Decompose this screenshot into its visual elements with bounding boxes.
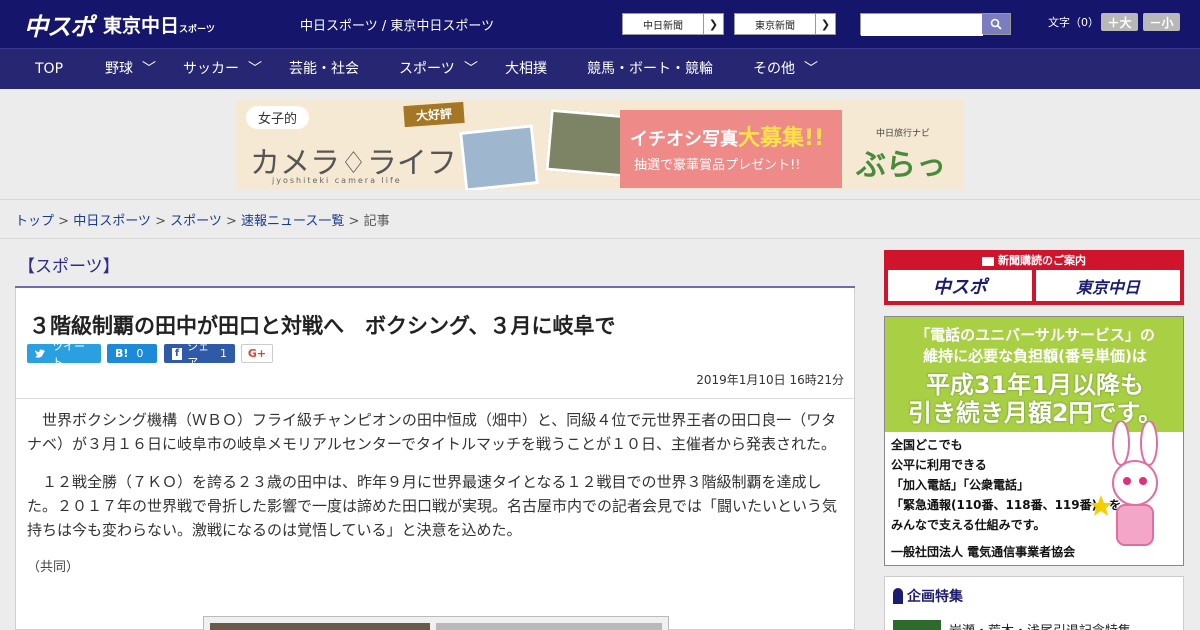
camera-life-banner[interactable]: 女子的 カメラ♢ライフ jyoshiteki camera life 大好評 イ… — [236, 100, 964, 190]
banner-area: 女子的 カメラ♢ライフ jyoshiteki camera life 大好評 イ… — [0, 89, 1200, 200]
ad-headline-large: 平成31年1月以降も 引き続き月額2円です。 — [907, 371, 1163, 427]
article-paragraph: 世界ボクシング機構（ＷＢＯ）フライ級チャンピオンの田中恒成（畑中）と、同級４位で… — [27, 411, 837, 453]
ad-sponsor: 一般社団法人 電気通信事業者協会 — [891, 545, 1076, 559]
breadcrumb-sports[interactable]: スポーツ — [170, 214, 222, 229]
font-size-label: 文字（0） — [1048, 16, 1099, 29]
chevron-right-icon: ❯ — [815, 14, 835, 34]
article-paragraph: １２戦全勝（７ＫＯ）を誇る２３歳の田中は、昨年９月に世界最速タイとなる１２戦目で… — [27, 473, 838, 539]
ad-text: 全国どこでも 公平に利用できる 「加入電話」「公衆電話」 「緊急通報(110番、… — [891, 438, 1122, 532]
nav-item-soccer[interactable]: サッカー — [183, 49, 239, 89]
rabbit-mascot-icon — [1091, 421, 1158, 546]
banner-tag: 大好評 — [403, 101, 465, 128]
chevron-down-icon: ﹀ — [142, 61, 156, 77]
nav-item-sumo[interactable]: 大相撲 — [505, 49, 547, 89]
banner-romaji: jyoshiteki camera life — [272, 176, 402, 185]
facebook-icon: f — [172, 347, 183, 360]
banner-girl-label: 女子的 — [246, 106, 310, 129]
main-nav: TOP 野球 ﹀ サッカー ﹀ 芸能・社会 スポーツ ﹀ 大相撲 競馬・ボート・… — [0, 48, 1200, 89]
nav-item-other[interactable]: その他 — [753, 49, 795, 89]
article-photo[interactable] — [203, 616, 669, 630]
font-smaller-button[interactable]: －小 — [1143, 13, 1180, 31]
breadcrumb-current: 記事 — [363, 214, 390, 229]
chevron-down-icon: ﹀ — [804, 61, 818, 77]
ribbon-icon — [893, 588, 903, 604]
subscription-box: 新聞購読のご案内 中スポ 東京中日 — [884, 250, 1184, 305]
feature-item[interactable]: 岩瀬・荒木・浅尾引退記念特集 — [893, 620, 1131, 630]
logo-chuspo[interactable]: 中スポ — [24, 7, 94, 42]
banner-bura-logo: ぶらっ人 — [856, 148, 946, 183]
nav-item-entertainment[interactable]: 芸能・社会 — [289, 49, 359, 89]
google-plus-button[interactable]: G+ — [241, 344, 273, 363]
breadcrumb: トップ > 中日スポーツ > スポーツ > 速報ニュース一覧 > 記事 — [15, 214, 390, 229]
twitter-icon — [35, 348, 46, 358]
photo-image — [210, 623, 430, 630]
tokyo-shimbun-button[interactable]: 東京新聞 ❯ — [734, 13, 836, 35]
category-heading: 【スポーツ】 — [18, 257, 120, 277]
article-credit: （共同） — [27, 560, 80, 575]
search-input[interactable] — [861, 16, 983, 36]
banner-photo — [545, 108, 629, 178]
nav-item-sports[interactable]: スポーツ — [399, 49, 455, 89]
chunichi-shimbun-button[interactable]: 中日新聞 ❯ — [622, 13, 724, 35]
divider — [0, 238, 1200, 239]
breadcrumb-news-list[interactable]: 速報ニュース一覧 — [241, 214, 344, 229]
search-box — [860, 13, 1011, 36]
article-body: 世界ボクシング機構（ＷＢＯ）フライ級チャンピオンの田中恒成（畑中）と、同級４位で… — [27, 408, 845, 594]
article: ３階級制覇の田中が田口と対戦へ ボクシング、３月に岐阜で ツイート B! 0 f… — [15, 288, 855, 630]
nav-item-top[interactable]: TOP — [35, 49, 63, 89]
breadcrumb-top[interactable]: トップ — [15, 214, 54, 229]
chevron-down-icon: ﹀ — [464, 61, 478, 77]
banner-navi-label: 中日旅行ナビ — [876, 129, 931, 139]
feature-thumbnail — [893, 620, 941, 630]
chevron-right-icon: ❯ — [703, 14, 723, 34]
subscribe-tokyo-chunichi-button[interactable]: 東京中日 — [1036, 270, 1180, 301]
nav-item-keiba[interactable]: 競馬・ボート・競輪 — [587, 49, 713, 89]
subscription-title: 新聞購読のご案内 — [884, 252, 1184, 268]
banner-promo: イチオシ写真大募集!! 抽選で豪華賞品プレゼント!! — [620, 110, 842, 188]
article-title: ３階級制覇の田中が田口と対戦へ ボクシング、３月に岐阜で — [29, 314, 616, 338]
chevron-down-icon: ﹀ — [248, 61, 262, 77]
feature-title: 企画特集 — [893, 586, 963, 606]
hatena-icon: B! — [115, 347, 129, 360]
site-links[interactable]: 中日スポーツ / 東京中日スポーツ — [300, 15, 494, 34]
tweet-button[interactable]: ツイート — [27, 340, 101, 369]
facebook-share-button[interactable]: f シェア 1 — [164, 340, 235, 369]
site-logo[interactable]: 中スポ 東京中日スポーツ — [24, 7, 215, 42]
ad-headline: 「電話のユニバーサルサービス」の 維持に必要な負担額(番号単価)は — [915, 326, 1155, 365]
logo-tokyo-chunichi[interactable]: 東京中日スポーツ — [103, 11, 215, 38]
top-header: 中スポ 東京中日スポーツ 中日スポーツ / 東京中日スポーツ 中日新聞 ❯ 東京… — [0, 0, 1200, 48]
nav-item-baseball[interactable]: 野球 — [105, 49, 133, 89]
newspaper-icon — [982, 256, 994, 266]
search-icon — [990, 18, 1002, 30]
search-button[interactable] — [982, 14, 1010, 34]
breadcrumb-chunichi-sports[interactable]: 中日スポーツ — [73, 214, 151, 229]
article-date: 2019年1月10日 16時21分 — [696, 373, 844, 387]
subscribe-chuspo-button[interactable]: 中スポ — [888, 270, 1032, 301]
universal-service-ad[interactable]: 「電話のユニバーサルサービス」の 維持に必要な負担額(番号単価)は 平成31年1… — [884, 316, 1184, 566]
feature-box: 企画特集 岩瀬・荒木・浅尾引退記念特集 — [884, 576, 1184, 630]
banner-photo — [459, 124, 539, 190]
photo-image — [436, 623, 662, 630]
divider — [16, 398, 854, 399]
font-bigger-button[interactable]: ＋大 — [1101, 13, 1138, 31]
hatena-bookmark-button[interactable]: B! 0 — [107, 344, 157, 363]
